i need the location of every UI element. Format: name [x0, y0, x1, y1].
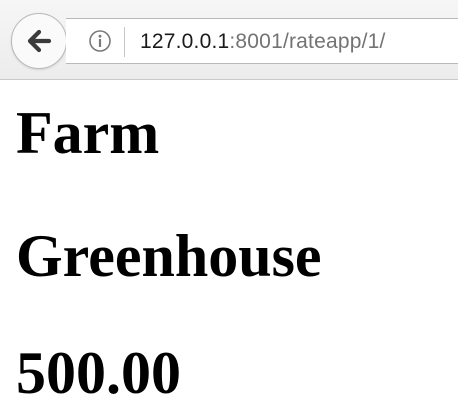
address-separator [124, 27, 125, 57]
url-path: :8001/rateapp/1/ [229, 30, 386, 53]
browser-toolbar: 127.0.0.1:8001/rateapp/1/ [0, 0, 458, 80]
back-arrow-icon [27, 29, 52, 53]
heading-greenhouse: Greenhouse [16, 223, 322, 289]
url-host: 127.0.0.1 [140, 30, 230, 53]
page-content: Farm Greenhouse 500.00 [0, 81, 458, 420]
info-icon[interactable] [88, 29, 112, 53]
url-text[interactable]: 127.0.0.1:8001/rateapp/1/ [140, 28, 386, 56]
address-bar[interactable]: 127.0.0.1:8001/rateapp/1/ [66, 18, 458, 64]
heading-price: 500.00 [16, 340, 181, 406]
back-button[interactable] [11, 13, 67, 69]
heading-farm: Farm [16, 100, 160, 166]
